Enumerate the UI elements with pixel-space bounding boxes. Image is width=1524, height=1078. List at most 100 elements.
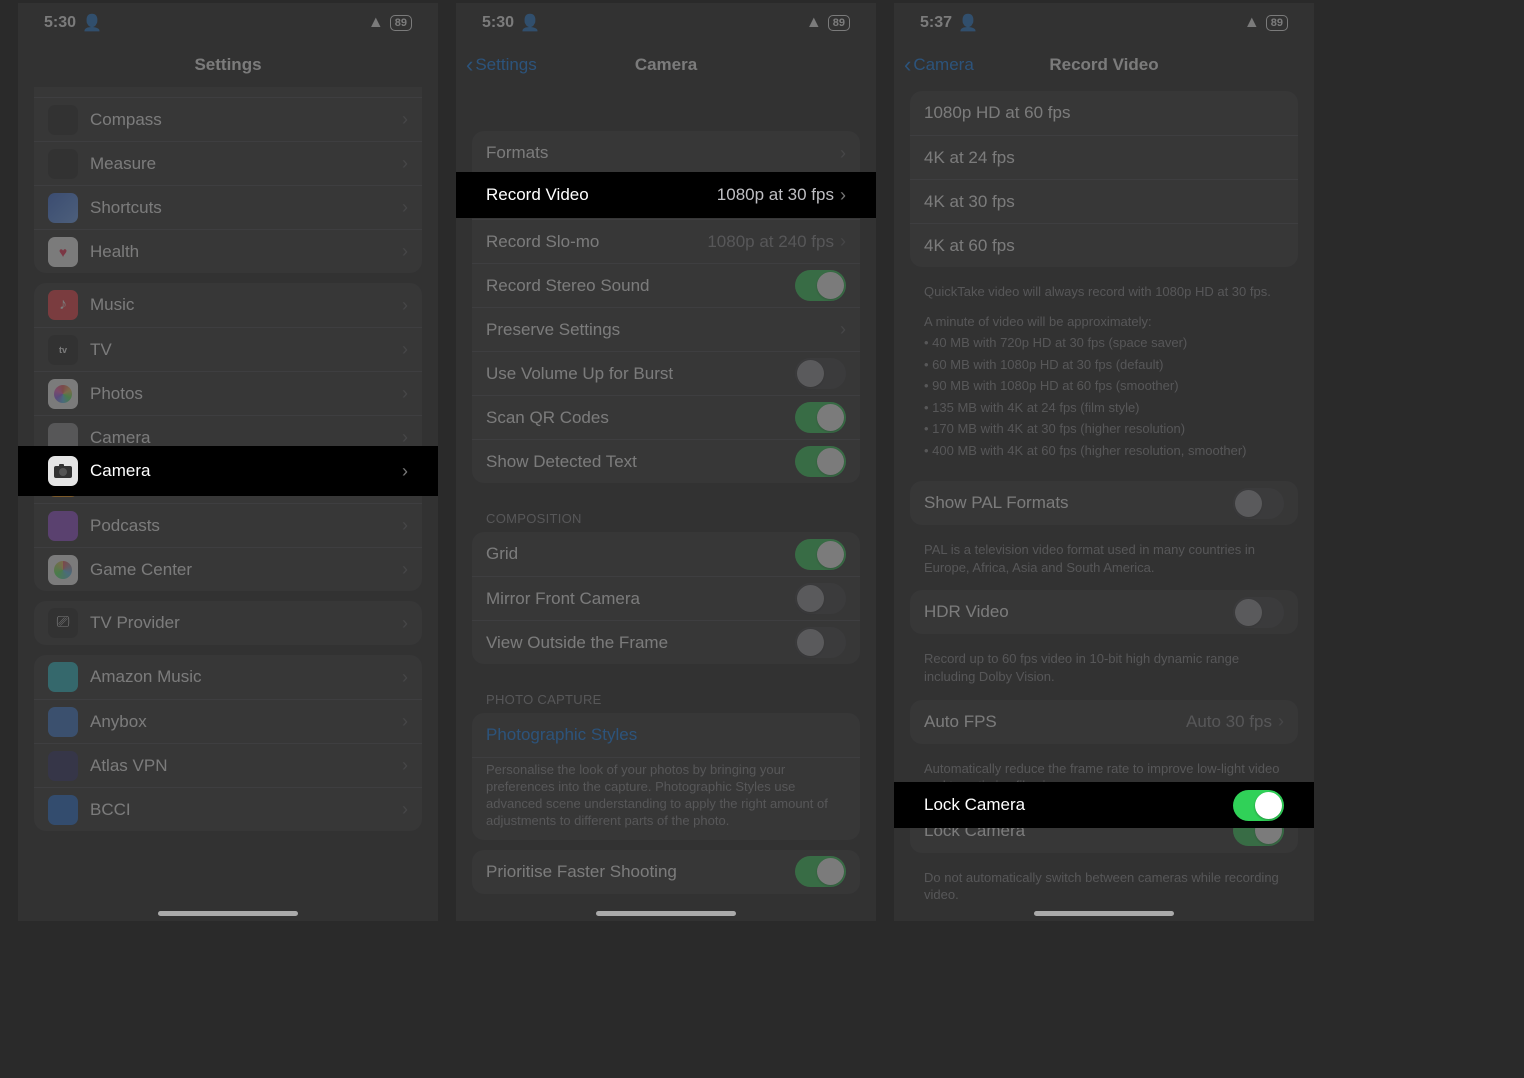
chevron-right-icon: › [840, 231, 846, 252]
list-item-compass[interactable]: Compass› [34, 97, 422, 141]
person-icon: 👤 [958, 13, 978, 33]
health-icon: ♥ [48, 237, 78, 267]
list-item-podcasts[interactable]: Podcasts› [34, 503, 422, 547]
page-title: Settings [194, 55, 261, 75]
row-stereo[interactable]: Record Stereo Sound [472, 263, 860, 307]
wifi-icon: ▲ [1244, 14, 1260, 32]
status-bar: 5:37👤 ▲ 89 [894, 3, 1314, 43]
nav-bar: ‹Settings Camera [456, 43, 876, 87]
battery-icon: 89 [828, 15, 850, 31]
music-icon: ♪ [48, 290, 78, 320]
highlight-record-video[interactable]: Record Video 1080p at 30 fps › [456, 172, 876, 218]
row-formats[interactable]: Formats› [472, 131, 860, 175]
section-composition: COMPOSITION [456, 493, 876, 532]
anybox-icon [48, 707, 78, 737]
chevron-right-icon: › [402, 427, 408, 448]
pal-footer: PAL is a television video format used in… [894, 535, 1314, 580]
page-title: Record Video [1049, 55, 1158, 75]
chevron-right-icon: › [402, 153, 408, 174]
chevron-right-icon: › [402, 339, 408, 360]
list-item-measure[interactable]: Measure› [34, 141, 422, 185]
row-autofps[interactable]: Auto FPSAuto 30 fps› [910, 700, 1298, 744]
list-item[interactable]: › [34, 87, 422, 97]
approx-170: • 170 MB with 4K at 30 fps (higher resol… [894, 420, 1314, 442]
battery-icon: 89 [390, 15, 412, 31]
chevron-right-icon: › [402, 461, 408, 482]
status-time: 5:30 [44, 14, 76, 32]
chevron-right-icon: › [402, 559, 408, 580]
toggle-view-outside[interactable] [795, 627, 846, 658]
row-prioritise[interactable]: Prioritise Faster Shooting [472, 850, 860, 894]
toggle-prioritise[interactable] [795, 856, 846, 887]
home-indicator[interactable] [158, 911, 298, 916]
chevron-right-icon: › [402, 515, 408, 536]
highlight-camera[interactable]: Camera › [18, 446, 438, 496]
row-preserve[interactable]: Preserve Settings› [472, 307, 860, 351]
option-4k60[interactable]: 4K at 60 fps [910, 223, 1298, 267]
list-item-atlasvpn[interactable]: Atlas VPN› [34, 743, 422, 787]
row-qr[interactable]: Scan QR Codes [472, 395, 860, 439]
toggle-grid[interactable] [795, 539, 846, 570]
list-item-photos[interactable]: Photos› [34, 371, 422, 415]
bcci-icon [48, 795, 78, 825]
chevron-right-icon: › [402, 197, 408, 218]
home-indicator[interactable] [596, 911, 736, 916]
toggle-hdr[interactable] [1233, 597, 1284, 628]
row-volume-burst[interactable]: Use Volume Up for Burst [472, 351, 860, 395]
chevron-right-icon: › [402, 383, 408, 404]
list-item-amazonmusic[interactable]: Amazon Music› [34, 655, 422, 699]
status-bar: 5:30 👤 ▲ 89 [18, 3, 438, 43]
wifi-icon: ▲ [806, 14, 822, 32]
person-icon: 👤 [520, 13, 540, 33]
list-item-anybox[interactable]: Anybox› [34, 699, 422, 743]
row-view-outside[interactable]: View Outside the Frame [472, 620, 860, 664]
row-detected-text[interactable]: Show Detected Text [472, 439, 860, 483]
toggle-mirror[interactable] [795, 583, 846, 614]
option-4k30[interactable]: 4K at 30 fps [910, 179, 1298, 223]
chevron-right-icon: › [840, 319, 846, 340]
chevron-right-icon: › [402, 613, 408, 634]
back-button[interactable]: ‹Settings [466, 55, 537, 75]
person-icon: 👤 [82, 13, 102, 33]
list-item-music[interactable]: ♪Music› [34, 283, 422, 327]
approx-60: • 60 MB with 1080p HD at 30 fps (default… [894, 356, 1314, 378]
back-button[interactable]: ‹Camera [904, 55, 974, 75]
list-item-shortcuts[interactable]: Shortcuts› [34, 185, 422, 229]
list-item-health[interactable]: ♥Health› [34, 229, 422, 273]
row-grid[interactable]: Grid [472, 532, 860, 576]
toggle-detected-text[interactable] [795, 446, 846, 477]
row-pal[interactable]: Show PAL Formats [910, 481, 1298, 525]
chevron-right-icon: › [402, 295, 408, 316]
approx-400: • 400 MB with 4K at 60 fps (higher resol… [894, 442, 1314, 472]
quicktake-note: QuickTake video will always record with … [894, 277, 1314, 305]
wifi-icon: ▲ [368, 14, 384, 32]
row-hdr[interactable]: HDR Video [910, 590, 1298, 634]
toggle-lock-camera-highlight[interactable] [1233, 790, 1284, 821]
chevron-right-icon: › [840, 185, 846, 206]
row-record-slomo[interactable]: Record Slo-mo1080p at 240 fps› [472, 219, 860, 263]
list-item-tvprovider[interactable]: ⎚TV Provider› [34, 601, 422, 645]
chevron-right-icon: › [840, 143, 846, 164]
status-bar: 5:30👤 ▲ 89 [456, 3, 876, 43]
highlight-lock-camera[interactable]: Lock Camera [894, 782, 1314, 828]
toggle-volume-burst[interactable] [795, 358, 846, 389]
list-item-gamecenter[interactable]: Game Center› [34, 547, 422, 591]
home-indicator[interactable] [1034, 911, 1174, 916]
row-photographic-styles[interactable]: Photographic Styles [472, 713, 860, 757]
list-item-tv[interactable]: tvTV› [34, 327, 422, 371]
screen-settings: 5:30👤 ▲ 89 Settings › Compass› Measure› … [18, 3, 438, 921]
nav-bar: Settings [18, 43, 438, 87]
option-4k24[interactable]: 4K at 24 fps [910, 135, 1298, 179]
row-mirror[interactable]: Mirror Front Camera [472, 576, 860, 620]
page-title: Camera [635, 55, 697, 75]
toggle-pal[interactable] [1233, 488, 1284, 519]
toggle-stereo[interactable] [795, 270, 846, 301]
chevron-right-icon: › [1278, 711, 1284, 732]
toggle-qr[interactable] [795, 402, 846, 433]
nav-bar: ‹Camera Record Video [894, 43, 1314, 87]
compass-icon [48, 105, 78, 135]
list-item-bcci[interactable]: BCCI› [34, 787, 422, 831]
chevron-right-icon: › [402, 241, 408, 262]
chevron-right-icon: › [402, 667, 408, 688]
option-1080p60[interactable]: 1080p HD at 60 fps [910, 91, 1298, 135]
